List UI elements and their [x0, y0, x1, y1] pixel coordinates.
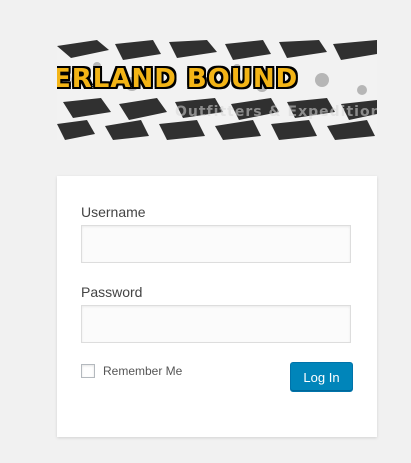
- username-input[interactable]: [81, 225, 351, 263]
- username-label: Username: [81, 204, 146, 220]
- password-input[interactable]: [81, 305, 351, 343]
- banner-subtitle: Outfitters & Expeditions: [175, 104, 377, 120]
- login-page: ERLAND BOUND Outfitters & Expeditions Us…: [0, 0, 411, 463]
- site-logo-banner[interactable]: ERLAND BOUND Outfitters & Expeditions: [57, 40, 377, 140]
- remember-me-label[interactable]: Remember Me: [103, 364, 182, 378]
- remember-me-row: Remember Me: [81, 364, 182, 378]
- login-button[interactable]: Log In: [290, 362, 353, 392]
- remember-me-checkbox[interactable]: [81, 364, 95, 378]
- login-form: Username Password Remember Me Log In: [57, 176, 377, 437]
- password-label: Password: [81, 284, 143, 300]
- banner-title: ERLAND BOUND: [57, 64, 299, 94]
